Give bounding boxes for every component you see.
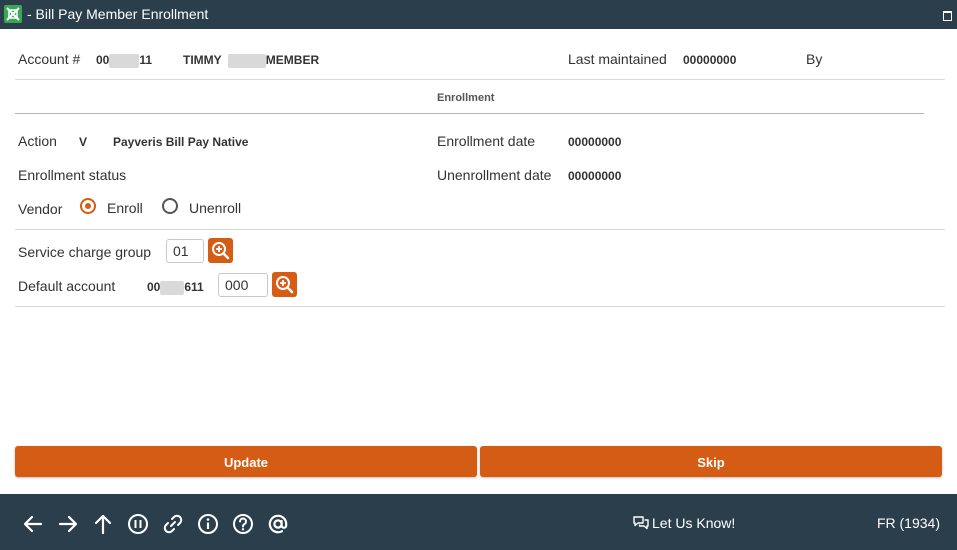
info-icon[interactable] <box>197 513 219 535</box>
section-title-enrollment: Enrollment <box>437 92 495 104</box>
locale-indicator: FR (1934) <box>876 515 940 531</box>
divider <box>15 306 945 307</box>
forward-arrow-icon[interactable] <box>57 513 79 535</box>
footer-toolbar: Let Us Know! FR (1934) <box>0 494 957 550</box>
divider <box>15 229 945 230</box>
member-last-name: MEMBER <box>265 53 320 67</box>
chat-bubbles-icon <box>633 516 649 530</box>
enrollment-status-label: Enrollment status <box>18 167 127 183</box>
member-first-name: TIMMY <box>183 53 222 67</box>
zoom-in-icon <box>212 242 230 260</box>
member-name: TIMMY MEMBER <box>183 53 319 68</box>
let-us-know-label[interactable]: Let Us Know! <box>652 515 735 531</box>
service-charge-group-input[interactable] <box>166 239 204 263</box>
radio-unenroll-label[interactable]: Unenroll <box>189 200 241 216</box>
window-title: - Bill Pay Member Enrollment <box>27 6 209 22</box>
service-charge-lookup-button[interactable] <box>208 238 233 263</box>
redacted-block <box>160 280 185 295</box>
by-label: By <box>806 51 823 67</box>
account-number: 00 11 <box>96 53 152 68</box>
radio-enroll[interactable] <box>80 198 96 214</box>
skip-button[interactable]: Skip <box>480 446 942 477</box>
account-number-suffix: 11 <box>139 53 153 67</box>
help-icon[interactable] <box>232 513 254 535</box>
service-charge-group-label: Service charge group <box>18 244 152 260</box>
unenrollment-date-label: Unenrollment date <box>437 167 552 183</box>
default-account-lookup-button[interactable] <box>272 272 297 297</box>
unenrollment-date-value: 00000000 <box>568 169 622 183</box>
app-logo-icon <box>4 5 22 23</box>
enrollment-date-label: Enrollment date <box>437 133 536 149</box>
account-label: Account # <box>18 51 81 67</box>
enrollment-date-value: 00000000 <box>568 135 622 149</box>
title-bar: - Bill Pay Member Enrollment <box>0 0 957 29</box>
account-number-prefix: 00 <box>96 53 110 67</box>
back-arrow-icon[interactable] <box>22 513 44 535</box>
default-account-prefix: 00 <box>147 280 161 294</box>
action-code: V <box>79 135 88 149</box>
action-description: Payveris Bill Pay Native <box>113 135 249 149</box>
update-button[interactable]: Update <box>15 446 477 477</box>
at-sign-icon[interactable] <box>267 513 289 535</box>
default-account-label: Default account <box>18 278 116 294</box>
vendor-label: Vendor <box>18 201 63 217</box>
zoom-in-icon <box>276 276 294 294</box>
link-icon[interactable] <box>162 513 184 535</box>
default-account-number: 00 611 <box>147 280 204 295</box>
default-account-input[interactable] <box>218 273 268 297</box>
redacted-block <box>109 53 140 68</box>
divider <box>15 79 945 80</box>
let-us-know-link[interactable]: Let Us Know! <box>632 515 735 531</box>
up-arrow-icon[interactable] <box>92 513 114 535</box>
section-divider <box>15 113 924 114</box>
radio-enroll-label[interactable]: Enroll <box>107 200 143 216</box>
last-maintained-label: Last maintained <box>568 51 667 67</box>
redacted-block <box>227 53 266 68</box>
default-account-suffix: 611 <box>184 280 204 294</box>
pause-icon[interactable] <box>127 513 149 535</box>
last-maintained-value: 00000000 <box>683 53 737 67</box>
maximize-icon[interactable] <box>943 11 952 21</box>
action-label: Action <box>18 133 57 149</box>
radio-unenroll[interactable] <box>162 198 178 214</box>
